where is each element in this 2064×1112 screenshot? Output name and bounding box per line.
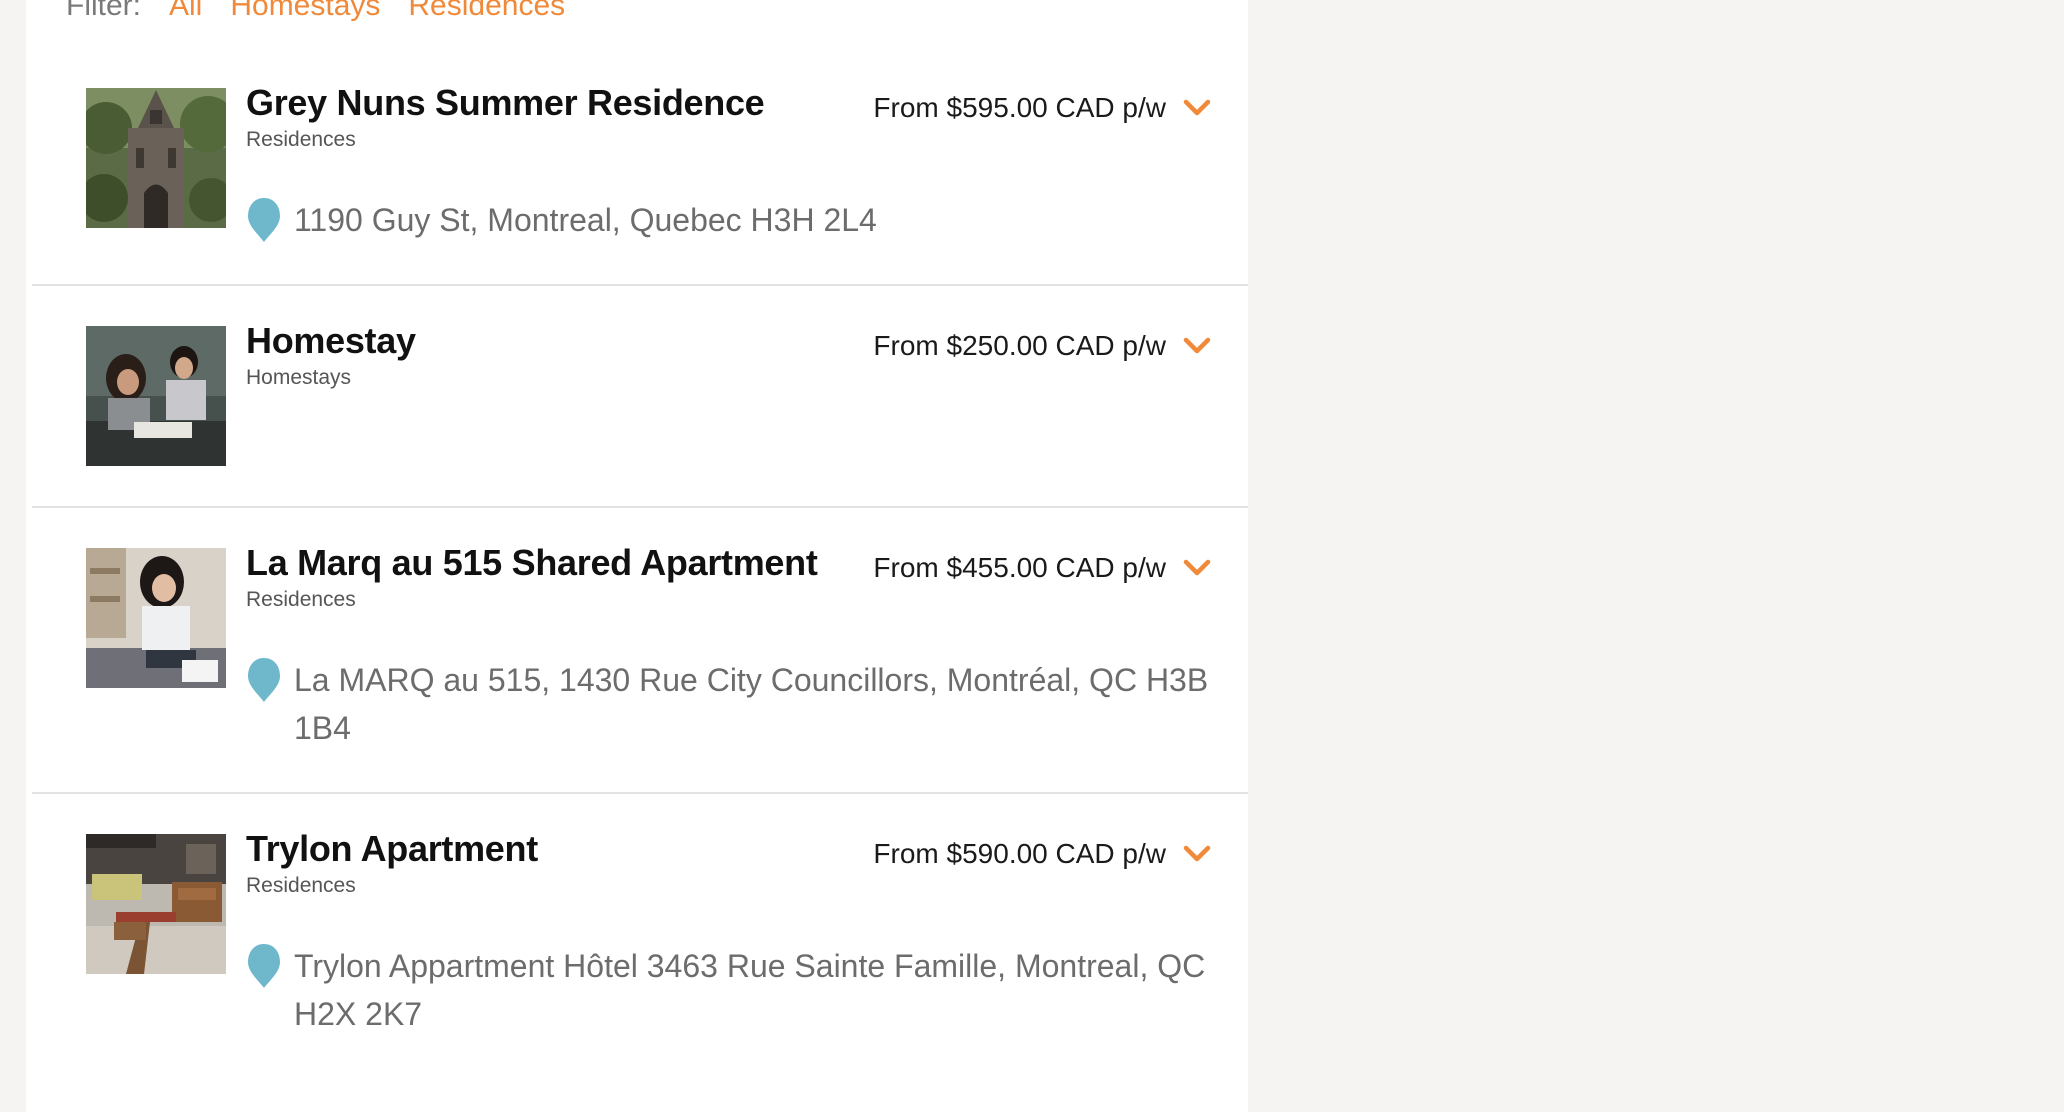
chevron-down-icon[interactable] — [1182, 334, 1212, 358]
listing-card[interactable]: Homestay Homestays From $250.00 CAD p/w — [26, 320, 1248, 508]
listing-price: From $250.00 CAD p/w — [873, 330, 1166, 361]
location-pin-icon — [248, 944, 280, 988]
divider — [32, 506, 1248, 508]
listing-card[interactable]: Trylon Apartment Residences From $590.00… — [26, 828, 1248, 1070]
filter-homestays-link[interactable]: Homestays — [230, 0, 380, 23]
listing-title[interactable]: Trylon Apartment — [246, 828, 538, 870]
apartment-lounge-photo — [86, 834, 226, 974]
location-pin-icon — [248, 658, 280, 702]
location-pin-icon — [248, 198, 280, 242]
filter-residences-link[interactable]: Residences — [408, 0, 565, 23]
listing-address: Trylon Appartment Hôtel 3463 Rue Sainte … — [294, 948, 1206, 1032]
listing-card[interactable]: Grey Nuns Summer Residence Residences Fr… — [26, 82, 1248, 286]
students-reading-photo — [86, 326, 226, 466]
listing-thumbnail[interactable] — [86, 88, 226, 228]
listing-thumbnail[interactable] — [86, 326, 226, 466]
listing-price: From $595.00 CAD p/w — [873, 92, 1166, 123]
chevron-down-icon[interactable] — [1182, 556, 1212, 580]
filter-bar: Filter: All Homestays Residences — [66, 0, 593, 26]
church-building-photo — [86, 88, 226, 228]
chevron-down-icon[interactable] — [1182, 96, 1212, 120]
chevron-down-icon[interactable] — [1182, 842, 1212, 866]
filter-all-link[interactable]: All — [169, 0, 202, 23]
filter-label: Filter: — [66, 0, 141, 22]
listing-category: Residences — [246, 128, 356, 151]
divider — [32, 284, 1248, 286]
listing-card[interactable]: La Marq au 515 Shared Apartment Residenc… — [26, 542, 1248, 794]
listing-price: From $590.00 CAD p/w — [873, 838, 1166, 869]
listing-price: From $455.00 CAD p/w — [873, 552, 1166, 583]
listings-panel: Filter: All Homestays Residences Grey Nu… — [26, 0, 1248, 1112]
divider — [32, 792, 1248, 794]
listing-thumbnail[interactable] — [86, 834, 226, 974]
listing-category: Residences — [246, 874, 356, 897]
listing-category: Residences — [246, 588, 356, 611]
listing-category: Homestays — [246, 366, 352, 389]
listing-address: 1190 Guy St, Montreal, Quebec H3H 2L4 — [294, 202, 877, 238]
listing-title[interactable]: Grey Nuns Summer Residence — [246, 82, 765, 124]
listing-address: La MARQ au 515, 1430 Rue City Councillor… — [294, 662, 1209, 746]
listing-title[interactable]: Homestay — [246, 320, 416, 362]
listing-title[interactable]: La Marq au 515 Shared Apartment — [246, 542, 818, 584]
student-on-bed-photo — [86, 548, 226, 688]
listing-thumbnail[interactable] — [86, 548, 226, 688]
